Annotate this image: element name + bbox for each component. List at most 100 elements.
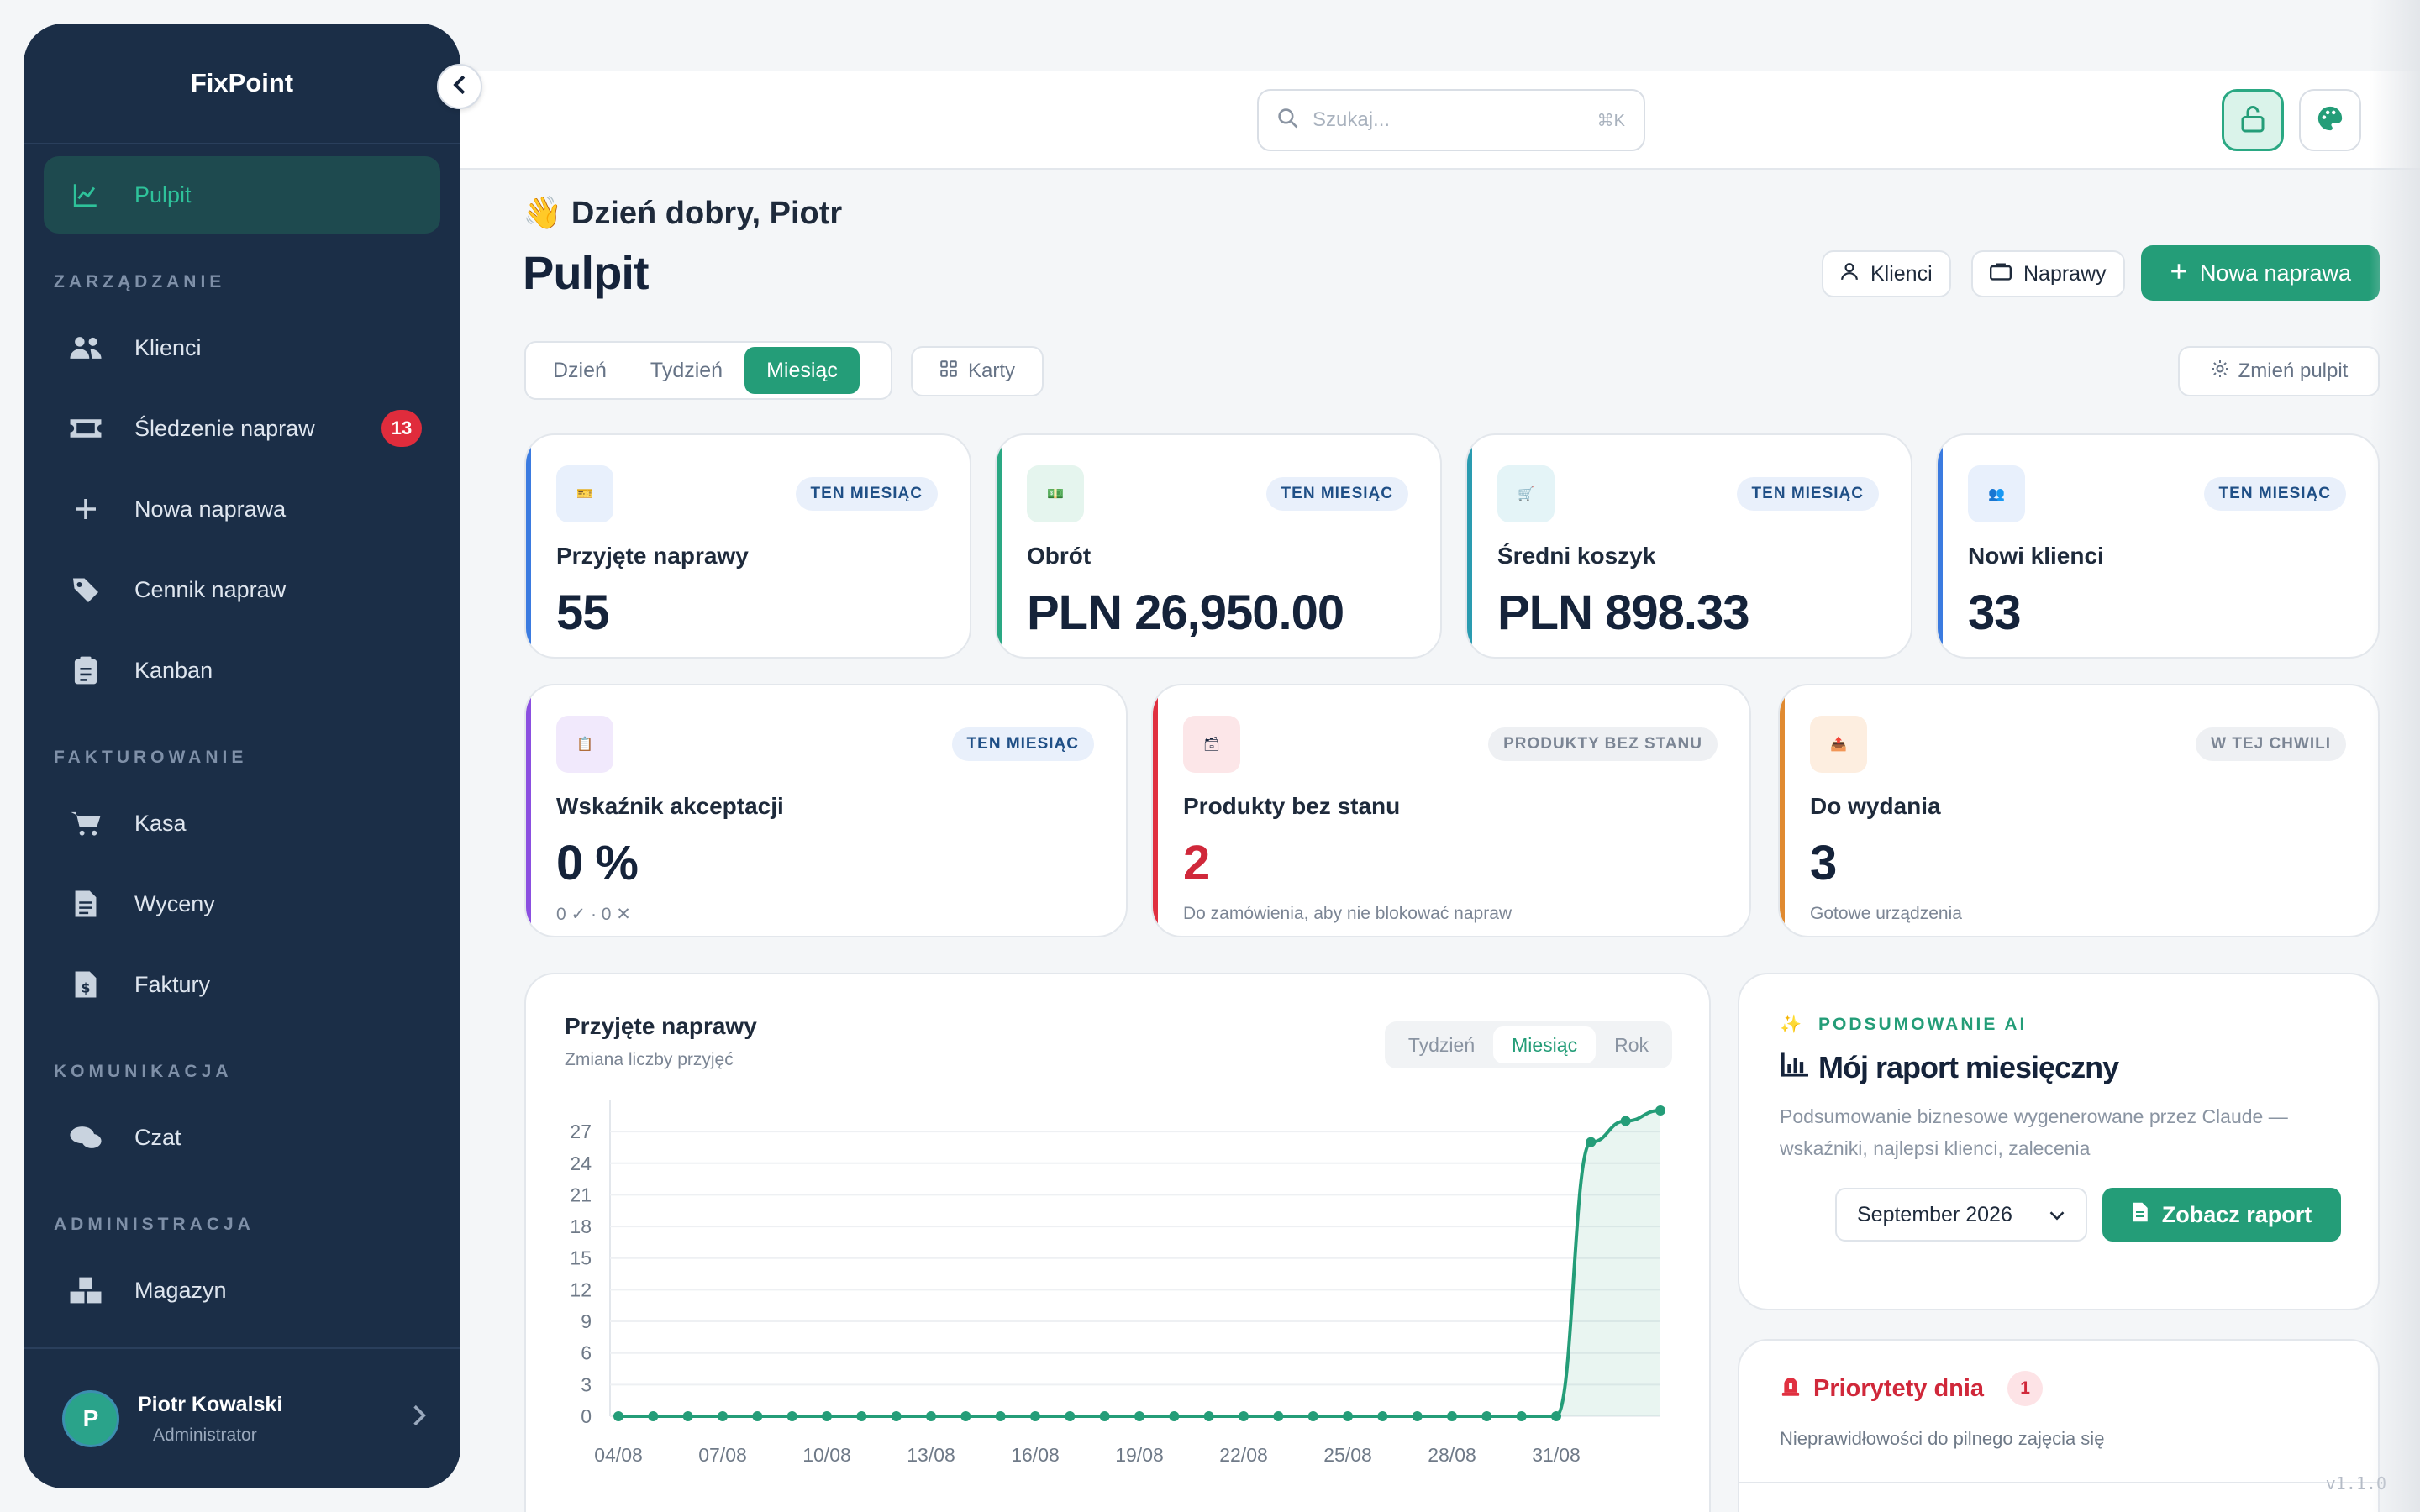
- boxes-icon: [67, 1272, 104, 1309]
- period-tab-month[interactable]: Miesiąc: [744, 347, 860, 394]
- sidebar-item-faktury[interactable]: $ Faktury: [44, 946, 440, 1023]
- data-point: [1030, 1411, 1040, 1421]
- collapse-sidebar-button[interactable]: [437, 64, 482, 109]
- data-point: [1203, 1411, 1214, 1421]
- sidebar-item-pulpit[interactable]: Pulpit: [44, 156, 440, 234]
- stat-label: Nowi klienci: [1968, 543, 2104, 569]
- stat-subtext: Do zamówienia, aby nie blokować napraw: [1183, 904, 1512, 923]
- plus-icon: [67, 491, 104, 528]
- data-point: [1447, 1411, 1457, 1421]
- sidebar-item-sledzenie-napraw[interactable]: Śledzenie napraw 13: [44, 390, 440, 467]
- data-point: [1099, 1411, 1110, 1421]
- sidebar-item-kasa[interactable]: Kasa: [44, 785, 440, 862]
- change-dashboard-button[interactable]: Zmień pulpit: [2178, 346, 2380, 396]
- sidebar-item-nowa-naprawa[interactable]: Nowa naprawa: [44, 470, 440, 548]
- series-line: [618, 1109, 1661, 1418]
- sidebar-item-label: Nowa naprawa: [134, 496, 287, 522]
- bar-chart-icon: [1780, 1050, 1810, 1085]
- stat-card-turnover[interactable]: 💵 TEN MIESIĄC Obrót PLN 26,950.00: [995, 433, 1442, 659]
- stat-label: Obrót: [1027, 543, 1092, 569]
- sidebar-item-label: Śledzenie napraw: [134, 415, 315, 441]
- search-input[interactable]: Szukaj... ⌘K: [1257, 89, 1645, 151]
- user-info: Piotr Kowalski Administrator: [138, 1393, 282, 1446]
- period-tab-week[interactable]: Tydzień: [629, 347, 744, 394]
- view-report-button[interactable]: Zobacz raport: [2102, 1188, 2341, 1242]
- chart-tab-year[interactable]: Rok: [1596, 1026, 1667, 1063]
- stat-card-repairs[interactable]: 🎫 TEN MIESIĄC Przyjęte naprawy 55: [524, 433, 971, 659]
- sidebar-item-wyceny[interactable]: Wyceny: [44, 865, 440, 942]
- theme-button[interactable]: [2299, 89, 2361, 151]
- lock-button[interactable]: [2222, 89, 2284, 151]
- divider: [1739, 1482, 2378, 1483]
- sidebar-item-label: Czat: [134, 1124, 182, 1150]
- document-icon: [2132, 1201, 2149, 1229]
- data-point: [822, 1411, 832, 1421]
- stat-card-out-of-stock[interactable]: 🗃 PRODUKTY BEZ STANU Produkty bez stanu …: [1151, 684, 1751, 937]
- chart-line-icon: [67, 176, 104, 213]
- sidebar-item-label: Wyceny: [134, 890, 215, 916]
- briefcase-icon: [1990, 262, 2012, 286]
- sidebar-item-label: Pulpit: [134, 181, 192, 207]
- document-icon: [67, 885, 104, 922]
- x-tick-label: 13/08: [907, 1444, 955, 1466]
- priorities-count-badge: 1: [2007, 1371, 2044, 1406]
- stat-value: 33: [1968, 585, 2022, 640]
- plus-icon: [2170, 260, 2188, 286]
- user-profile[interactable]: P Piotr Kowalski Administrator: [24, 1347, 460, 1488]
- section-title-billing: FAKTUROWANIE: [54, 748, 248, 767]
- data-point: [1343, 1411, 1353, 1421]
- ticket-icon: [67, 410, 104, 447]
- period-selector: Dzień Tydzień Miesiąc: [524, 341, 892, 400]
- clients-button[interactable]: Klienci: [1822, 250, 1951, 297]
- y-tick-label: 0: [581, 1405, 592, 1427]
- sidebar-item-label: Klienci: [134, 334, 202, 360]
- priorities-title: Priorytety dnia 1: [1780, 1371, 2044, 1406]
- palette-icon: [2316, 104, 2344, 137]
- stat-subtext: 0 ✓ · 0 ✕: [556, 905, 631, 924]
- repairs-button-label: Naprawy: [2023, 261, 2107, 286]
- stat-value: 55: [556, 585, 610, 640]
- data-point: [752, 1411, 763, 1421]
- card-accent: [997, 435, 1002, 657]
- clipboard-icon: [67, 652, 104, 689]
- clients-button-label: Klienci: [1870, 261, 1933, 286]
- stat-subtext: Gotowe urządzenia: [1810, 904, 1962, 923]
- x-tick-label: 25/08: [1323, 1444, 1372, 1466]
- sidebar-item-klienci[interactable]: Klienci: [44, 309, 440, 386]
- chart-tab-month[interactable]: Miesiąc: [1493, 1026, 1597, 1063]
- data-point: [1134, 1411, 1144, 1421]
- repairs-button[interactable]: Naprawy: [1971, 250, 2125, 297]
- chart-tab-week[interactable]: Tydzień: [1390, 1026, 1493, 1063]
- sparkles-icon: ✨: [1780, 1015, 1805, 1034]
- stat-card-to-release[interactable]: 📤 W TEJ CHWILI Do wydania 3 Gotowe urząd…: [1778, 684, 2380, 937]
- period-tag: TEN MIESIĄC: [951, 727, 1094, 761]
- month-select[interactable]: September 2026: [1835, 1188, 2087, 1242]
- data-point: [1065, 1411, 1076, 1421]
- new-repair-button-label: Nowa naprawa: [2199, 260, 2352, 286]
- new-repair-button[interactable]: Nowa naprawa: [2141, 245, 2380, 301]
- stat-label: Przyjęte naprawy: [556, 543, 749, 569]
- stat-card-new-clients[interactable]: 👥 TEN MIESIĄC Nowi klienci 33: [1936, 433, 2380, 659]
- sidebar-item-label: Magazyn: [134, 1277, 227, 1303]
- cards-view-button[interactable]: Karty: [911, 346, 1044, 396]
- chart-range-selector: Tydzień Miesiąc Rok: [1384, 1021, 1672, 1068]
- search-icon: [1277, 108, 1299, 134]
- sidebar-item-kanban[interactable]: Kanban: [44, 632, 440, 709]
- stat-card-acceptance[interactable]: 📋 TEN MIESIĄC Wskaźnik akceptacji 0 % 0 …: [524, 684, 1128, 937]
- y-tick-label: 3: [581, 1373, 592, 1395]
- sidebar-item-magazyn[interactable]: Magazyn: [44, 1252, 440, 1329]
- data-point: [613, 1411, 623, 1421]
- page-title: Pulpit: [523, 246, 650, 299]
- data-point: [1273, 1411, 1284, 1421]
- stat-card-avg-basket[interactable]: 🛒 TEN MIESIĄC Średni koszyk PLN 898.33: [1465, 433, 1912, 659]
- period-tag: TEN MIESIĄC: [1265, 477, 1408, 511]
- sidebar-item-label: Kanban: [134, 657, 213, 683]
- sidebar-item-cennik-napraw[interactable]: Cennik napraw: [44, 551, 440, 628]
- sidebar: FixPoint Pulpit ZARZĄDZANIE Klienci Śled…: [24, 24, 460, 1488]
- period-tab-day[interactable]: Dzień: [531, 347, 629, 394]
- status-tag: W TEJ CHWILI: [2196, 727, 2346, 761]
- topbar: Szukaj... ⌘K: [460, 71, 2420, 170]
- repairs-count-badge: 13: [381, 410, 422, 447]
- view-report-label: Zobacz raport: [2161, 1201, 2312, 1227]
- sidebar-item-czat[interactable]: Czat: [44, 1099, 440, 1176]
